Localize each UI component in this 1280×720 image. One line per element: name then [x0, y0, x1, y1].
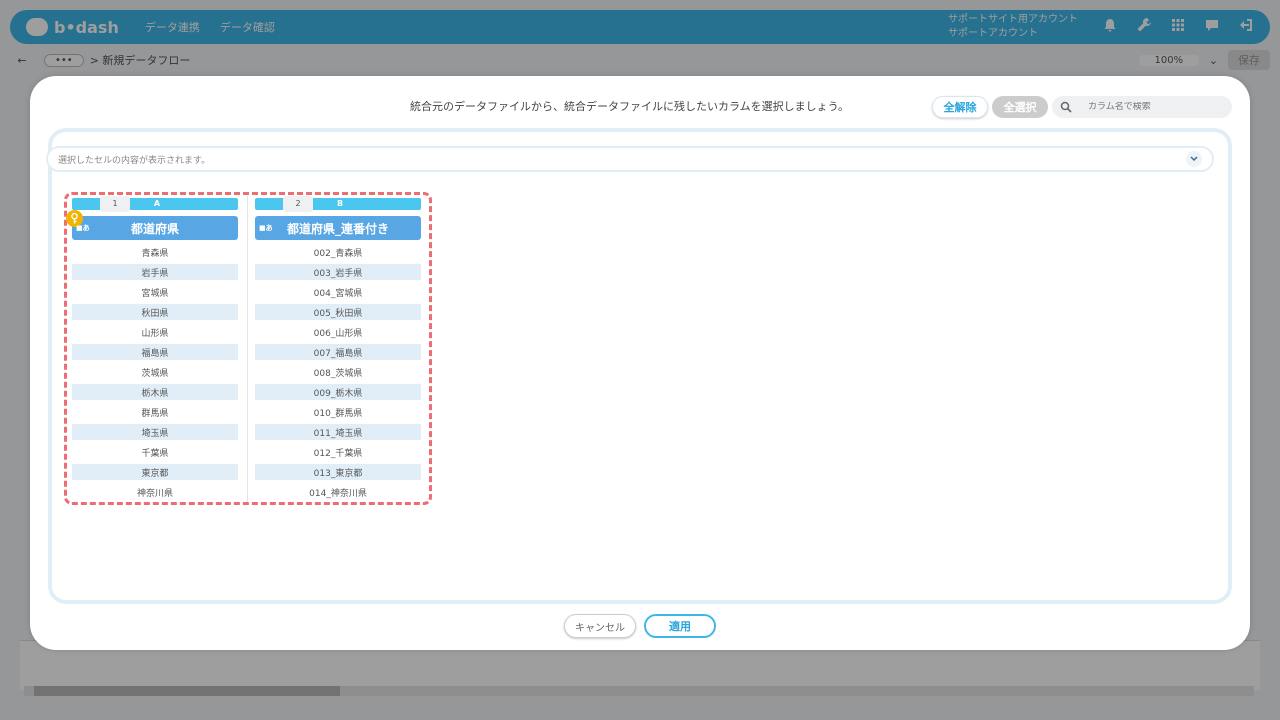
table-cell[interactable]: 千葉県 [72, 444, 238, 460]
modal-message: 統合元のデータファイルから、統合データファイルに残したいカラムを選択しましょう。 [410, 100, 850, 113]
column-rows: 002_青森県 003_岩手県 004_宮城県 005_秋田県 006_山形県 … [255, 244, 421, 500]
chevron-down-icon[interactable] [1186, 151, 1202, 167]
column-index-bar: 2 B [255, 196, 421, 212]
table-cell[interactable]: 002_青森県 [255, 244, 421, 260]
deselect-all-button[interactable]: 全解除 [932, 96, 988, 118]
column-a[interactable]: 1 A ■あ 都道府県 青森県 岩手県 宮城県 秋田県 山形県 福島県 茨城県 … [66, 196, 238, 504]
table-cell[interactable]: 008_茨城県 [255, 364, 421, 380]
column-select-modal: 統合元のデータファイルから、統合データファイルに残したいカラムを選択しましょう。… [30, 76, 1250, 650]
table-cell[interactable]: 岩手県 [72, 264, 238, 280]
table-cell[interactable]: 009_栃木県 [255, 384, 421, 400]
table-cell[interactable]: 秋田県 [72, 304, 238, 320]
table-cell[interactable]: 栃木県 [72, 384, 238, 400]
table-cell[interactable]: 青森県 [72, 244, 238, 260]
column-header-label: 都道府県_連番付き [286, 221, 389, 236]
table-cell[interactable]: 013_東京都 [255, 464, 421, 480]
column-search-input[interactable] [1088, 102, 1228, 112]
table-cell[interactable]: 005_秋田県 [255, 304, 421, 320]
table-cell[interactable]: 福島県 [72, 344, 238, 360]
column-header[interactable]: ■あ 都道府県_連番付き [255, 216, 421, 240]
table-cell[interactable]: 006_山形県 [255, 324, 421, 340]
table-cell[interactable]: 003_岩手県 [255, 264, 421, 280]
column-letter: B [336, 199, 344, 208]
table-cell[interactable]: 014_神奈川県 [255, 484, 421, 500]
modal-footer: キャンセル 適用 [564, 614, 716, 638]
table-cell[interactable]: 山形県 [72, 324, 238, 340]
column-letter: A [153, 199, 161, 208]
table-cell[interactable]: 埼玉県 [72, 424, 238, 440]
table-cell[interactable]: 007_福島県 [255, 344, 421, 360]
column-index-bar: 1 A [72, 196, 238, 212]
cancel-button[interactable]: キャンセル [564, 614, 636, 638]
table-cell[interactable]: 012_千葉県 [255, 444, 421, 460]
search-icon [1060, 101, 1072, 113]
table-cell[interactable]: 宮城県 [72, 284, 238, 300]
select-all-button[interactable]: 全選択 [992, 96, 1048, 118]
table-cell[interactable]: 神奈川県 [72, 484, 238, 500]
table-cell[interactable]: 東京都 [72, 464, 238, 480]
table-cell[interactable]: 群馬県 [72, 404, 238, 420]
table-cell[interactable]: 茨城県 [72, 364, 238, 380]
column-divider [247, 196, 248, 502]
column-b[interactable]: 2 B ■あ 都道府県_連番付き 002_青森県 003_岩手県 004_宮城県… [255, 196, 421, 504]
column-header[interactable]: ■あ 都道府県 [66, 210, 238, 240]
cell-content-placeholder: 選択したセルの内容が表示されます。 [58, 155, 211, 166]
column-header-label: 都道府県 [130, 221, 179, 236]
text-type-badge: ■あ [259, 224, 273, 232]
table-cell[interactable]: 010_群馬県 [255, 404, 421, 420]
column-search [1052, 96, 1232, 118]
table-cell[interactable]: 011_埼玉県 [255, 424, 421, 440]
text-type-badge: ■あ [76, 224, 90, 232]
table-cell[interactable]: 004_宮城県 [255, 284, 421, 300]
cell-content-bar[interactable]: 選択したセルの内容が表示されます。 [46, 146, 1214, 172]
apply-button[interactable]: 適用 [644, 614, 716, 638]
column-rows: 青森県 岩手県 宮城県 秋田県 山形県 福島県 茨城県 栃木県 群馬県 埼玉県 … [72, 244, 238, 500]
